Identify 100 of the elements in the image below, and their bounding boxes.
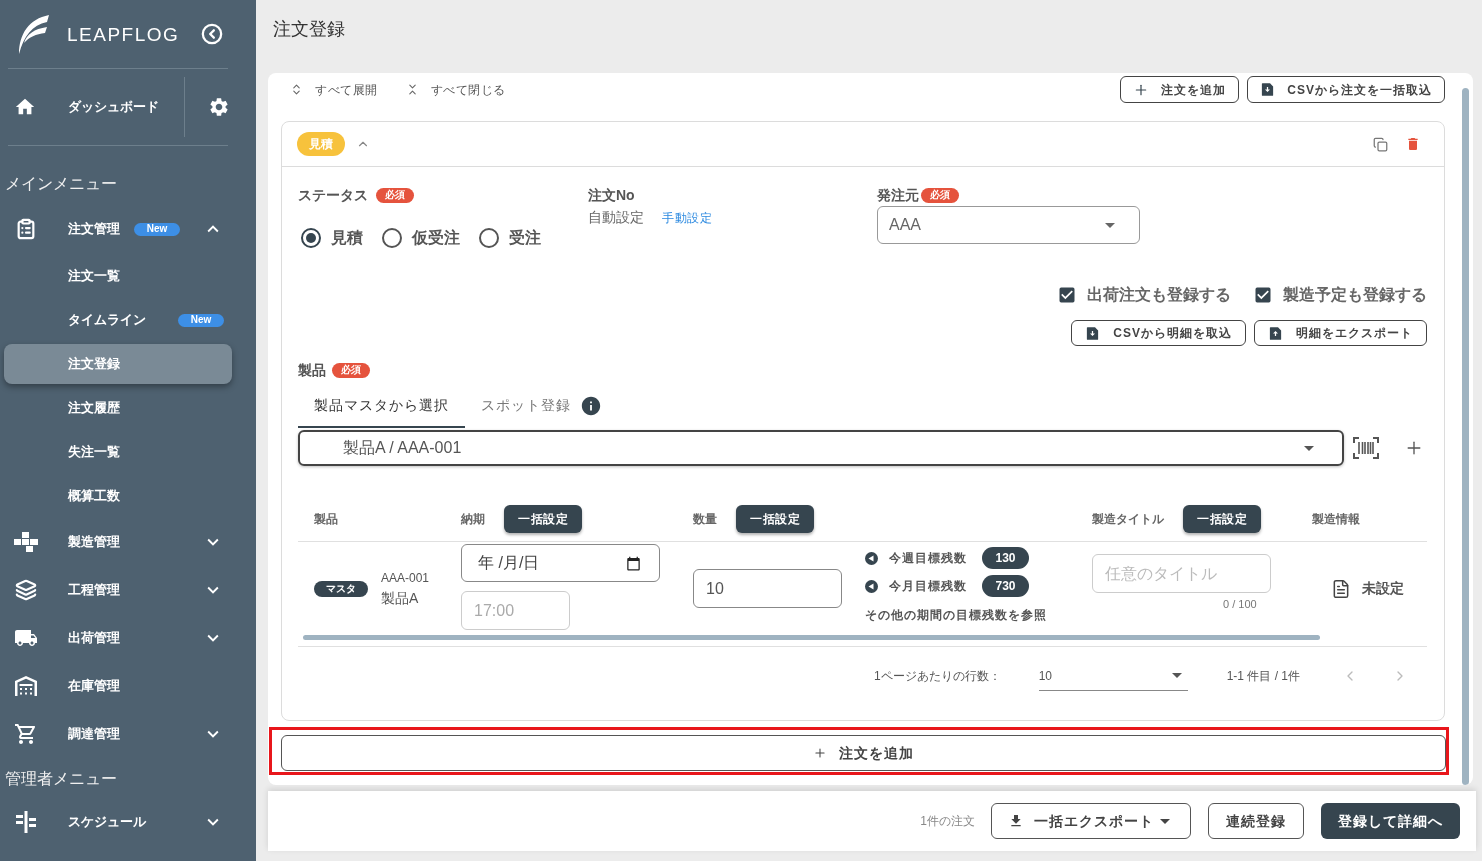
nav-group[interactable]: 工程管理: [4, 568, 236, 612]
option-checkbox[interactable]: 出荷注文も登録する: [1057, 283, 1231, 307]
product-code: AAA-001: [381, 569, 430, 587]
logo-text: LEAPFLOG: [67, 24, 180, 44]
status-radio[interactable]: 受注: [479, 226, 541, 250]
expand-all-button[interactable]: すべて展開: [290, 76, 378, 103]
nav-group[interactable]: 調達管理: [4, 712, 236, 756]
triangle-left-icon: [865, 579, 878, 593]
nav-group[interactable]: 注文管理 New: [4, 207, 236, 251]
chevron-left-circle-icon[interactable]: [201, 23, 223, 45]
order-count: 1件の注文: [920, 813, 975, 830]
new-badge: New: [178, 313, 224, 327]
nav-subitem[interactable]: 注文履歴: [4, 388, 232, 428]
master-tag: マスタ: [314, 580, 368, 597]
field-value: 自動設定: [588, 208, 644, 227]
collapse-all-button[interactable]: すべて閉じる: [405, 76, 506, 103]
warehouse-icon: [15, 676, 37, 696]
title-field[interactable]: 任意のタイトル: [1092, 554, 1271, 593]
triangle-left-icon: [865, 551, 878, 565]
bulk-set-button[interactable]: 一括設定: [736, 505, 814, 533]
product-select[interactable]: 製品A / AAA-001: [298, 430, 1344, 466]
field-label: 発注元: [877, 185, 919, 205]
file-download-icon: [1085, 325, 1101, 341]
add-order-button[interactable]: 注文を追加: [1120, 76, 1240, 103]
status-tag: 見積: [297, 132, 345, 156]
client-select[interactable]: AAA: [877, 206, 1140, 244]
target-label: 今月目標残数: [889, 578, 968, 595]
new-badge: New: [134, 222, 180, 236]
nav-link[interactable]: 在庫管理: [4, 664, 236, 708]
clipboard-icon: [15, 218, 37, 240]
nav-group[interactable]: 製造管理: [4, 520, 236, 564]
nav-subitem[interactable]: 注文一覧: [4, 256, 232, 296]
required-badge: 必須: [376, 187, 414, 203]
caret-down-icon: [1304, 445, 1314, 451]
nav-subitem[interactable]: タイムライン New: [4, 300, 232, 340]
copy-icon[interactable]: [1373, 136, 1388, 152]
blocks-icon: [14, 532, 38, 552]
column-header: 納期: [461, 511, 485, 528]
info-icon: [580, 394, 602, 417]
logo-icon: [17, 14, 49, 54]
target-label: 今週目標残数: [889, 550, 968, 567]
date-field[interactable]: 年 /月/日: [461, 544, 660, 582]
file-download-icon: [1260, 82, 1276, 97]
settings-icon[interactable]: [208, 96, 230, 118]
nav-subitem[interactable]: 失注一覧: [4, 432, 232, 472]
add-order-button[interactable]: 注文を追加: [281, 735, 1446, 771]
calendar-icon: [626, 555, 641, 571]
column-header: 製造情報: [1312, 511, 1360, 528]
caret-down-icon: [1105, 222, 1115, 228]
tab[interactable]: 製品マスタから選択: [298, 385, 465, 428]
file-upload-icon: [1268, 325, 1283, 341]
tab[interactable]: スポット登録: [465, 385, 618, 428]
plus-icon: [813, 746, 827, 760]
bulk-set-button[interactable]: 一括設定: [504, 505, 582, 533]
document-icon: [1331, 578, 1351, 599]
dashboard-link[interactable]: ダッシュボード: [4, 79, 174, 135]
target-count-badge: 130: [982, 547, 1029, 569]
bulk-export-button[interactable]: 一括エクスポート: [991, 803, 1191, 839]
column-header: 数量: [693, 511, 717, 528]
section-title: 管理者メニュー: [5, 769, 117, 789]
page-title: 注文登録: [273, 18, 345, 41]
page-range: 1-1 件目 / 1件: [1226, 668, 1300, 685]
character-counter: 0 / 100: [1223, 597, 1257, 612]
nav-group[interactable]: 出荷管理: [4, 616, 236, 660]
nav-subitem[interactable]: 概算工数: [4, 476, 232, 516]
product-name: 製品A: [381, 588, 420, 608]
field-label: 製品: [298, 360, 326, 380]
time-field[interactable]: 17:00: [461, 591, 570, 630]
status-radio[interactable]: 仮受注: [382, 226, 460, 250]
register-button[interactable]: 登録して詳細へ: [1321, 803, 1460, 839]
rows-per-page-label: 1ページあたりの行数：: [873, 668, 1001, 685]
quantity-field[interactable]: 10: [693, 569, 842, 608]
bulk-set-button[interactable]: 一括設定: [1183, 505, 1261, 533]
cart-icon: [14, 722, 38, 746]
required-badge: 必須: [921, 187, 959, 203]
manual-setting-link[interactable]: 手動設定: [662, 208, 712, 227]
nav-subitem[interactable]: 注文登録: [4, 344, 232, 384]
field-label: ステータス: [298, 185, 368, 205]
production-info-value: 未設定: [1362, 579, 1404, 598]
download-icon: [1008, 813, 1024, 829]
rows-per-page-select[interactable]: 10: [1038, 661, 1188, 691]
nav-group[interactable]: スケジュール: [4, 800, 236, 844]
layers-icon: [15, 579, 37, 601]
barcode-scan-icon[interactable]: [1353, 437, 1379, 459]
expand-icon: [290, 83, 303, 96]
timeline-icon: [15, 811, 37, 833]
required-badge: 必須: [332, 362, 370, 378]
option-checkbox[interactable]: 製造予定も登録する: [1253, 283, 1427, 307]
status-radio[interactable]: 見積: [301, 226, 363, 250]
caret-down-icon: [1160, 818, 1170, 824]
field-label: 注文No: [588, 186, 635, 205]
import-button[interactable]: CSVから注文を一括取込: [1247, 76, 1445, 103]
import-button[interactable]: CSVから明細を取込: [1071, 320, 1246, 346]
caret-down-icon: [1171, 673, 1182, 678]
column-header: 製品: [314, 511, 338, 528]
trash-icon[interactable]: [1405, 136, 1421, 152]
export-button[interactable]: 明細をエクスポート: [1254, 320, 1427, 346]
target-reference-link[interactable]: その他の期間の目標残数を参照: [865, 607, 1047, 623]
continuous-register-button[interactable]: 連続登録: [1208, 803, 1304, 839]
section-title: メインメニュー: [5, 174, 117, 194]
